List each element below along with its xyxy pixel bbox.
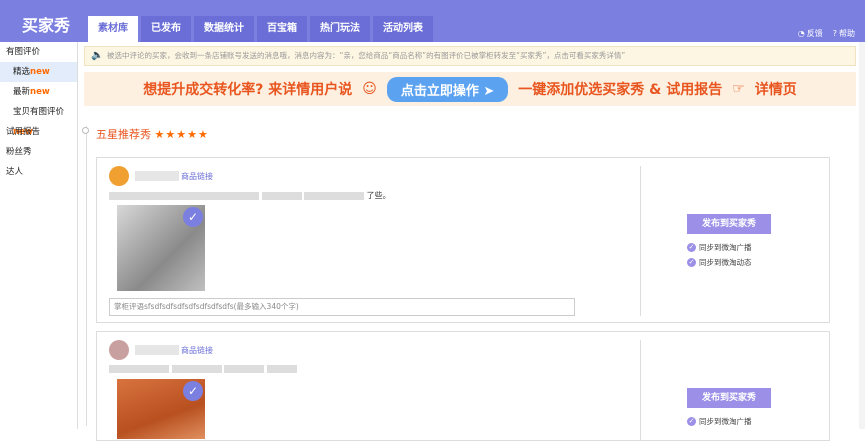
review-text: 了些。 (109, 190, 391, 201)
publish-button[interactable]: 发布到买家秀 (687, 214, 771, 234)
selected-check-icon[interactable]: ✓ (183, 207, 203, 227)
card-divider (640, 340, 641, 440)
product-link[interactable]: 商品链接 (181, 345, 213, 356)
smile-icon: ☺ (362, 81, 377, 97)
promo-banner: 想提升成交转化率? 来详情用户说 ☺ 点击立即操作 ➤ 一键添加优选买家秀 & … (84, 72, 856, 106)
tab-hot-plays[interactable]: 热门玩法 (310, 16, 370, 42)
brand-logo[interactable]: 买家秀 (22, 12, 70, 36)
notice-text: 被选中评论的买家，会收到一条店铺账号发送的消息哦，消息内容为：“亲，您给商品“商… (107, 51, 626, 60)
publish-button[interactable]: 发布到买家秀 (687, 388, 771, 408)
avatar (109, 166, 129, 186)
card-divider (640, 166, 641, 316)
timeline-line (86, 126, 87, 426)
review-card: 商品链接 ✓ 发布到买家秀 ✓ 同步到微淘广播 (96, 331, 830, 441)
top-nav: 买家秀 素材库 已发布 数据统计 百宝箱 热门玩法 活动列表 ◔ 反馈 ? 帮助 (0, 0, 865, 42)
feedback-icon: ◔ (797, 29, 805, 38)
username-blurred (135, 345, 179, 355)
sync-weitao-broadcast[interactable]: ✓ 同步到微淘广播 (687, 416, 752, 427)
sidebar-item-latest[interactable]: 最新new (0, 82, 77, 102)
notice-bar: 🔈 被选中评论的买家，会收到一条店铺账号发送的消息哦，消息内容为：“亲，您给商品… (84, 46, 856, 66)
sidebar-item-trial-reports[interactable]: 试用报告 (0, 122, 77, 142)
tab-statistics[interactable]: 数据统计 (194, 16, 254, 42)
option-label: 同步到微淘广播 (699, 417, 752, 426)
top-links: ◔ 反馈 ? 帮助 (798, 28, 855, 39)
tab-activities[interactable]: 活动列表 (373, 16, 433, 42)
option-label: 同步到微淘广播 (699, 243, 752, 252)
timeline-dot (82, 127, 89, 134)
help-label: 帮助 (839, 29, 855, 38)
promo-tail-text: 详情页 (754, 82, 797, 98)
review-text-tail: 了些。 (366, 191, 391, 200)
sidebar-item-photo-reviews[interactable]: 有图评价 (0, 42, 77, 62)
avatar (109, 340, 129, 360)
speaker-icon: 🔈 (91, 50, 104, 61)
section-title: 五星推荐秀 ★★★★★ (96, 126, 209, 142)
page-scrollbar[interactable] (859, 42, 865, 429)
tab-published[interactable]: 已发布 (141, 16, 191, 42)
checkbox-checked-icon: ✓ (687, 417, 696, 426)
review-text (109, 364, 297, 373)
promo-right-text: 一键添加优选买家秀 & 试用报告 (518, 82, 723, 98)
seller-reply-input[interactable]: 掌柜评语sfsdfsdfsdfsdfsdfsdfsdfs(最多输入340个字) (109, 298, 575, 316)
pointing-hand-icon: ☞ (732, 81, 745, 97)
send-icon: ➤ (483, 83, 495, 99)
feedback-link[interactable]: ◔ 反馈 (798, 28, 823, 39)
help-icon: ? (832, 29, 837, 38)
username-blurred (135, 171, 179, 181)
promo-action-button[interactable]: 点击立即操作 ➤ (386, 76, 509, 102)
sidebar-item-label: 精选 (13, 67, 31, 77)
help-link[interactable]: ? 帮助 (833, 28, 855, 39)
sidebar-item-item-photo-reviews[interactable]: 宝贝有图评价new (0, 102, 77, 137)
sync-weitao-broadcast[interactable]: ✓ 同步到微淘广播 (687, 242, 752, 253)
tab-material-library[interactable]: 素材库 (88, 16, 138, 42)
sidebar-item-label: 最新 (13, 87, 31, 97)
tab-bar: 素材库 已发布 数据统计 百宝箱 热门玩法 活动列表 (88, 16, 433, 42)
option-label: 同步到微淘动态 (699, 258, 752, 267)
section-title-text: 五星推荐秀 (96, 128, 151, 141)
review-card: 商品链接 了些。 ✓ 掌柜评语sfsdfsdfsdfsdfsdfsdfsdfs(… (96, 157, 830, 323)
product-link[interactable]: 商品链接 (181, 171, 213, 182)
tab-toolbox[interactable]: 百宝箱 (257, 16, 307, 42)
promo-left-text: 想提升成交转化率? 来详情用户说 (143, 82, 353, 98)
new-badge: new (30, 67, 50, 77)
sidebar: 有图评价 精选new 最新new 宝贝有图评价new 试用报告 粉丝秀 达人 (0, 42, 78, 429)
sidebar-item-label: 宝贝有图评价 (13, 107, 65, 117)
sync-weitao-feed[interactable]: ✓ 同步到微淘动态 (687, 257, 752, 268)
new-badge: new (30, 87, 50, 97)
selected-check-icon[interactable]: ✓ (183, 381, 203, 401)
five-star-icon: ★★★★★ (154, 128, 209, 141)
sidebar-item-experts[interactable]: 达人 (0, 162, 77, 182)
sidebar-item-fan-show[interactable]: 粉丝秀 (0, 142, 77, 162)
sidebar-item-featured[interactable]: 精选new (0, 62, 77, 82)
checkbox-checked-icon: ✓ (687, 243, 696, 252)
promo-button-label: 点击立即操作 (400, 83, 479, 99)
feedback-label: 反馈 (806, 29, 823, 38)
checkbox-checked-icon: ✓ (687, 258, 696, 267)
